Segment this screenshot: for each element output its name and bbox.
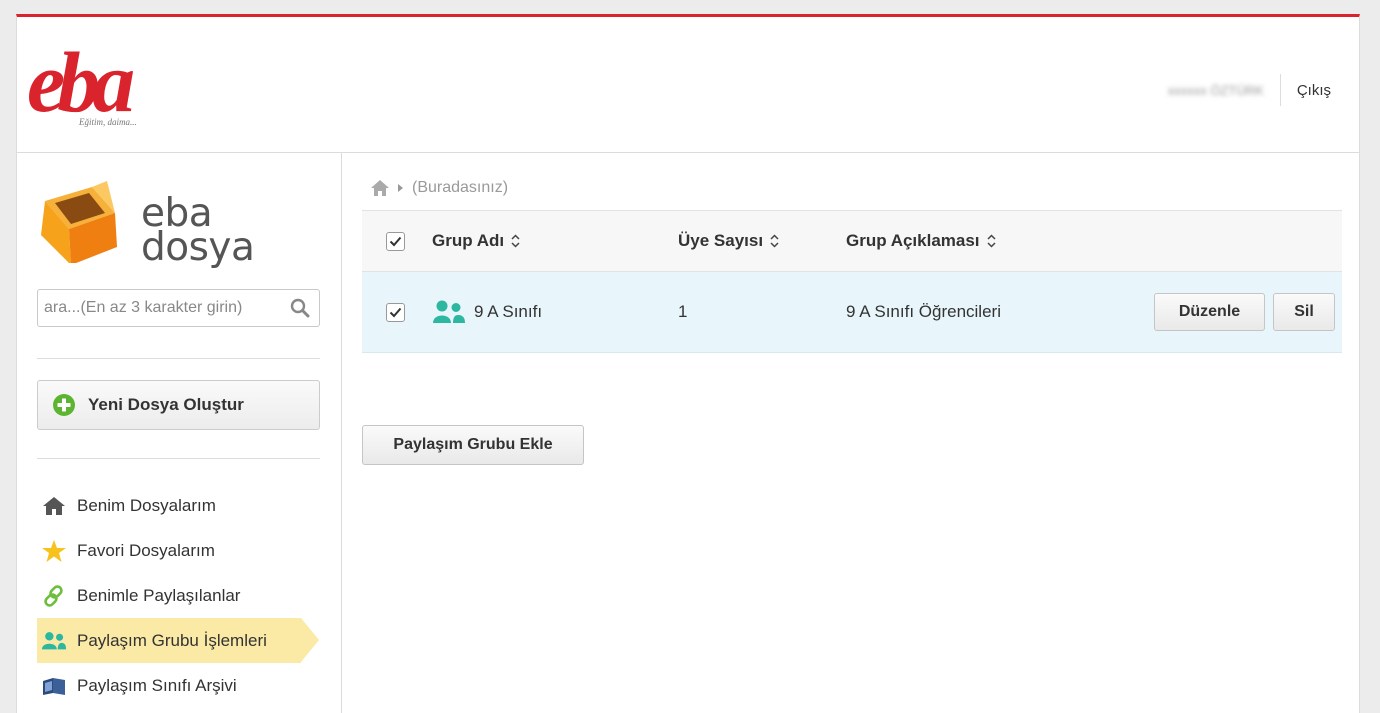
user-separator bbox=[1279, 74, 1281, 106]
search-box bbox=[37, 289, 320, 327]
sidebar-item-class-archive[interactable]: Paylaşım Sınıfı Arşivi bbox=[37, 663, 337, 708]
sidebar-divider bbox=[37, 358, 320, 359]
user-area: xxxxxx ÖZTÜRK Çıkış bbox=[1167, 74, 1331, 106]
plus-circle-icon bbox=[53, 394, 75, 416]
delete-button[interactable]: Sil bbox=[1273, 293, 1335, 331]
sidebar-item-label: Benim Dosyalarım bbox=[77, 495, 216, 515]
sidebar-item-favorites[interactable]: Favori Dosyalarım bbox=[37, 528, 337, 573]
column-header-group-name[interactable]: Grup Adı bbox=[432, 211, 520, 271]
search-icon[interactable] bbox=[290, 298, 310, 318]
new-file-label: Yeni Dosya Oluştur bbox=[88, 395, 244, 414]
caret-right-icon bbox=[398, 184, 403, 192]
member-count: 1 bbox=[678, 302, 688, 321]
breadcrumb: (Buradasınız) bbox=[370, 179, 508, 197]
sidebar-item-label: Paylaşım Grubu İşlemleri bbox=[77, 630, 267, 650]
box-logo-icon bbox=[41, 181, 117, 263]
search-input[interactable] bbox=[38, 290, 284, 326]
group-name-cell: 9 A Sınıfı bbox=[432, 272, 542, 352]
row-checkbox[interactable] bbox=[386, 302, 405, 322]
sidebar-divider bbox=[37, 458, 320, 459]
archive-icon bbox=[41, 675, 67, 697]
sidebar-item-label: Benimle Paylaşılanlar bbox=[77, 585, 241, 605]
select-all-checkbox[interactable] bbox=[386, 231, 405, 251]
groups-table: Grup Adı Üye Sayısı Grup Açıklaması 9 A … bbox=[362, 210, 1342, 465]
sidebar-item-label: Favori Dosyalarım bbox=[77, 540, 215, 560]
link-icon bbox=[41, 584, 67, 607]
group-icon bbox=[433, 300, 465, 323]
svg-text:eba: eba bbox=[27, 34, 133, 130]
column-header-label: Üye Sayısı bbox=[678, 231, 764, 250]
group-icon bbox=[41, 630, 67, 652]
table-row: 9 A Sınıfı 1 9 A Sınıfı Öğrencileri Düze… bbox=[362, 272, 1342, 353]
breadcrumb-text: (Buradasınız) bbox=[412, 179, 509, 196]
edit-button[interactable]: Düzenle bbox=[1154, 293, 1265, 331]
row-select-cell bbox=[386, 272, 405, 352]
sidebar-item-my-files[interactable]: Benim Dosyalarım bbox=[37, 483, 337, 528]
user-name: xxxxxx ÖZTÜRK bbox=[1167, 82, 1264, 98]
column-header-member-count[interactable]: Üye Sayısı bbox=[678, 211, 779, 271]
brand-line-dosya: dosya bbox=[141, 225, 255, 270]
sort-icon bbox=[770, 234, 779, 248]
table-header: Grup Adı Üye Sayısı Grup Açıklaması bbox=[362, 210, 1342, 272]
group-description: 9 A Sınıfı Öğrencileri bbox=[846, 302, 1001, 321]
select-all-cell bbox=[386, 211, 405, 271]
check-icon bbox=[389, 307, 402, 317]
eba-dosya-logo[interactable]: eba dosya bbox=[37, 173, 277, 270]
sort-icon bbox=[511, 234, 520, 248]
sidebar-item-share-groups[interactable]: Paylaşım Grubu İşlemleri bbox=[37, 618, 319, 663]
column-header-label: Grup Adı bbox=[432, 231, 505, 250]
column-header-description[interactable]: Grup Açıklaması bbox=[846, 211, 996, 271]
sidebar-item-shared-with-me[interactable]: Benimle Paylaşılanlar bbox=[37, 573, 337, 618]
column-header-label: Grup Açıklaması bbox=[846, 231, 980, 250]
home-icon bbox=[41, 495, 67, 517]
sort-icon bbox=[987, 234, 996, 248]
home-icon[interactable] bbox=[370, 179, 390, 197]
eba-dosya-brand: eba dosya bbox=[141, 194, 255, 270]
sidebar-nav: Benim Dosyalarım Favori Dosyalarım Benim… bbox=[37, 483, 337, 708]
check-icon bbox=[389, 236, 402, 246]
new-file-button[interactable]: Yeni Dosya Oluştur bbox=[37, 380, 320, 430]
description-cell: 9 A Sınıfı Öğrencileri bbox=[846, 272, 1001, 352]
star-icon bbox=[41, 539, 67, 562]
add-share-group-button[interactable]: Paylaşım Grubu Ekle bbox=[362, 425, 584, 465]
logo-tagline: Eğitim, daima... bbox=[79, 117, 137, 127]
sidebar: eba dosya Yeni Dosya Oluştur bbox=[17, 153, 342, 713]
app-frame: eba Eğitim, daima... xxxxxx ÖZTÜRK Çıkış… bbox=[16, 14, 1360, 713]
group-name: 9 A Sınıfı bbox=[474, 302, 543, 321]
logout-link[interactable]: Çıkış bbox=[1297, 82, 1331, 99]
header: eba Eğitim, daima... xxxxxx ÖZTÜRK Çıkış bbox=[17, 17, 1359, 153]
member-count-cell: 1 bbox=[678, 272, 687, 352]
sidebar-item-label: Paylaşım Sınıfı Arşivi bbox=[77, 675, 237, 695]
